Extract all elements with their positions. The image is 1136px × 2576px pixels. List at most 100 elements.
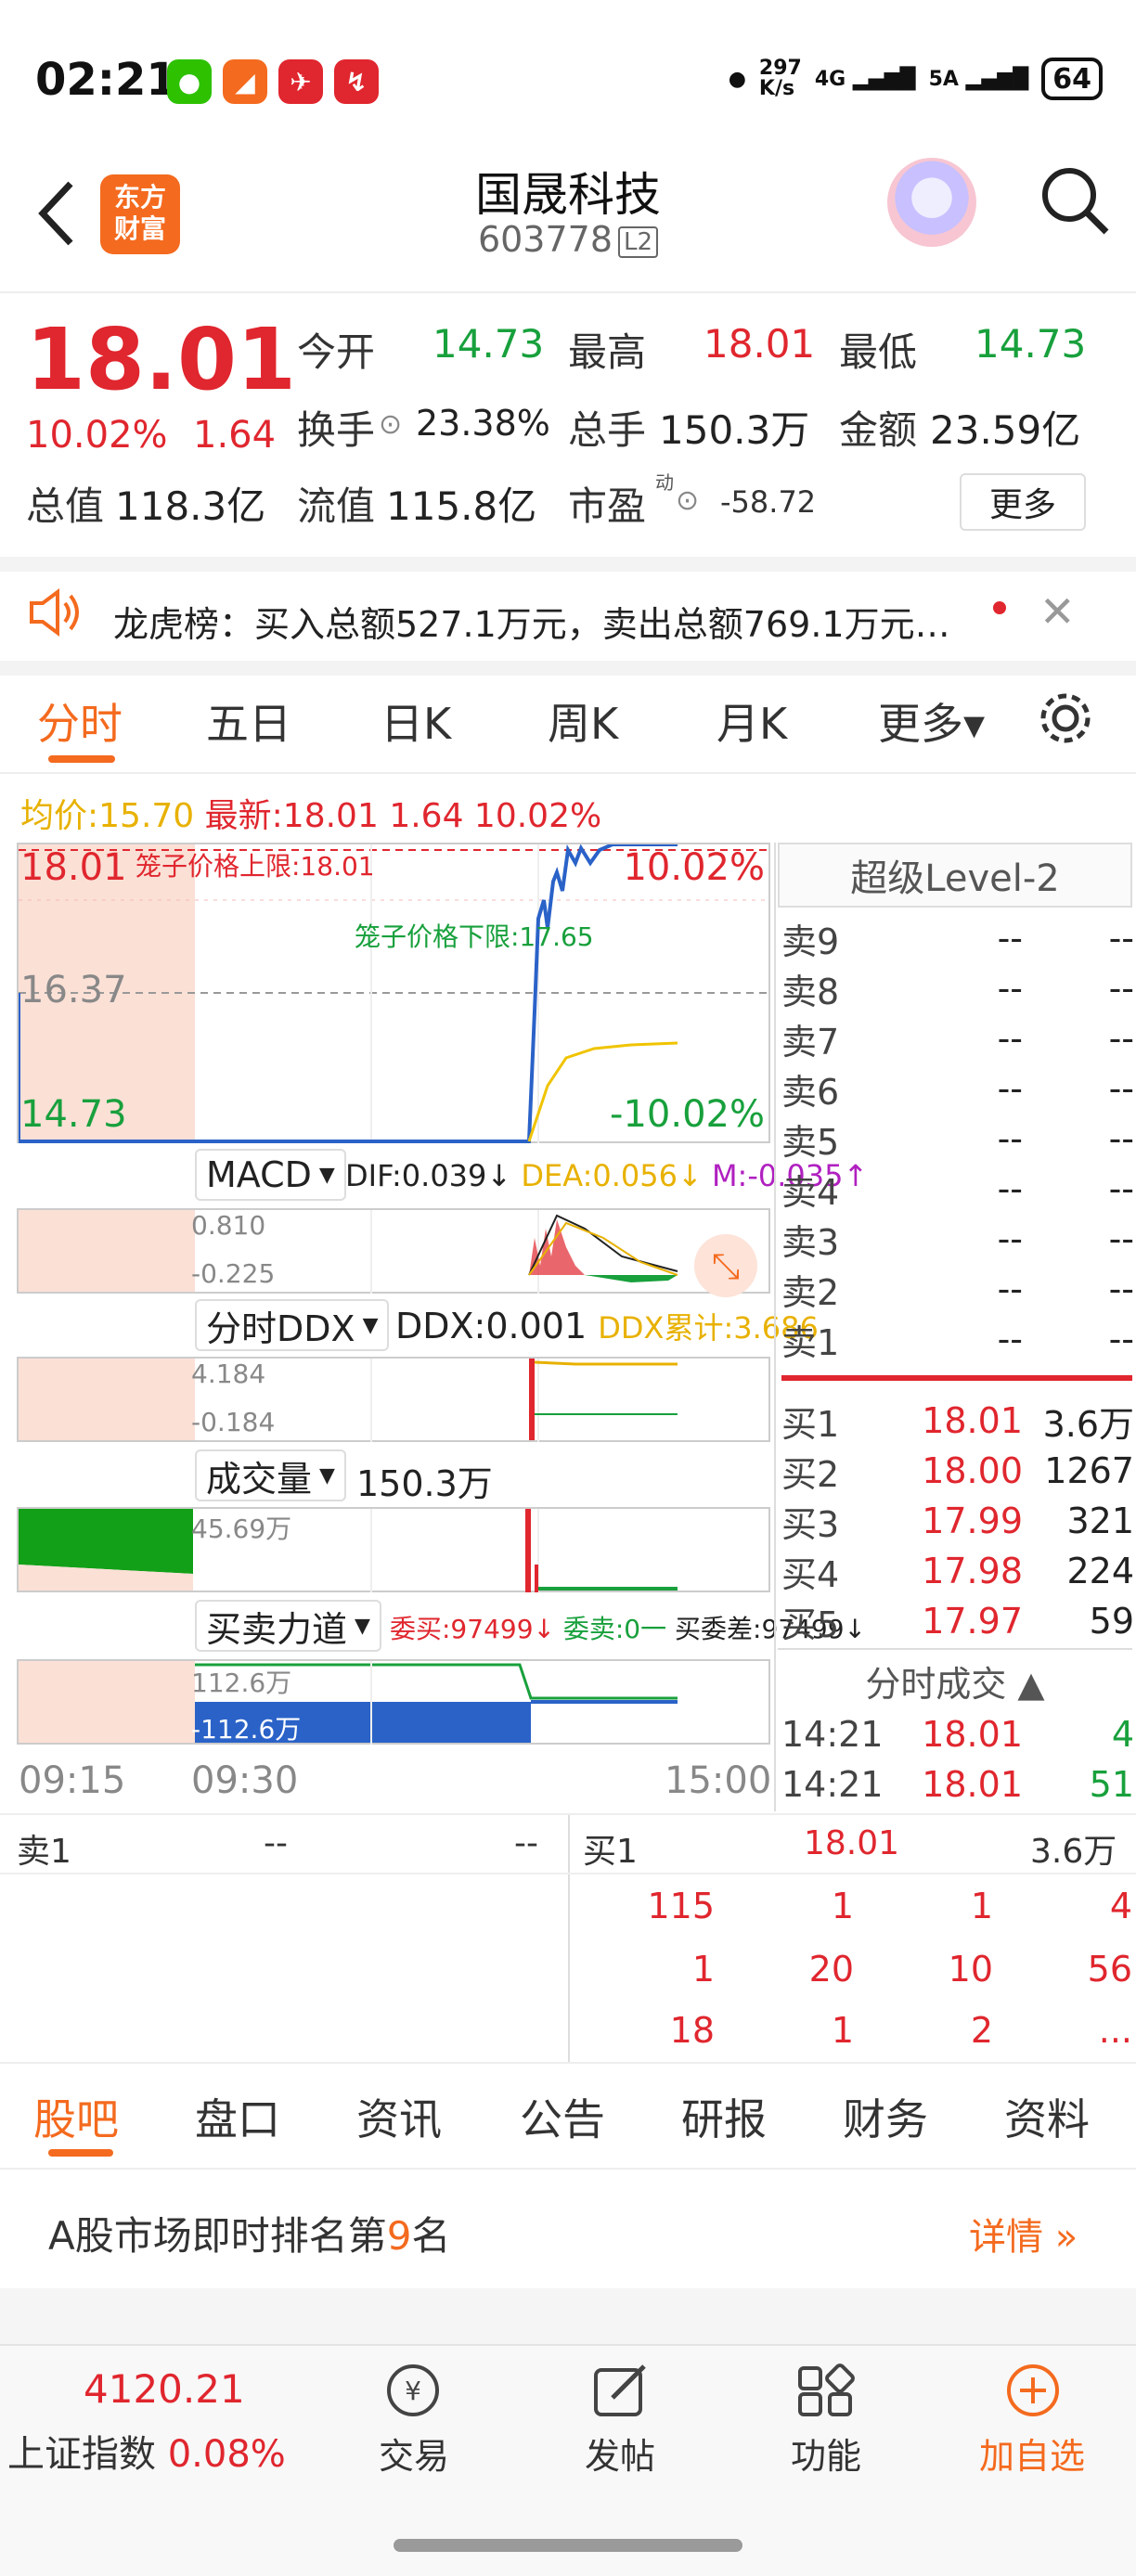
- compose-icon[interactable]: [588, 2363, 653, 2418]
- volume-total: 150.3万: [356, 1463, 493, 1504]
- pct-top-label: 10.02%: [623, 846, 765, 889]
- lower-limit-label: 笼子价格下限:17.65: [355, 921, 594, 952]
- tab-guba[interactable]: 股吧: [33, 2086, 119, 2147]
- tab-announcements[interactable]: 公告: [520, 2086, 605, 2147]
- tab-finance[interactable]: 财务: [843, 2086, 928, 2147]
- volume-bars: [19, 1509, 678, 1592]
- ddx-lines: [370, 1359, 678, 1442]
- ask-5: 卖5 -- --: [781, 1118, 1134, 1163]
- signal-icon-2: 5A ▂▄▆█: [928, 67, 1029, 91]
- gear-icon: [1040, 693, 1091, 743]
- pct-change: 10.02%: [26, 414, 168, 457]
- queue-sell1-price: --: [264, 1824, 288, 1862]
- force-bars: [195, 1661, 678, 1745]
- function-label[interactable]: 功能: [742, 2428, 910, 2479]
- tab-monthly[interactable]: 月K: [716, 690, 787, 752]
- trade-icon[interactable]: ¥: [381, 2363, 445, 2418]
- open-value: 14.73: [432, 321, 545, 367]
- macd-selector[interactable]: MACD ▼: [195, 1149, 346, 1201]
- detail-link[interactable]: 详情 »: [969, 2207, 1078, 2260]
- turnover-value: 23.38%: [416, 403, 550, 444]
- tab-more[interactable]: 更多▾: [878, 690, 985, 752]
- tab-research[interactable]: 研报: [681, 2086, 767, 2147]
- amount-label: 金额: [839, 407, 918, 453]
- ddx-top: 4.184: [191, 1359, 266, 1389]
- queue-sell1-vol: --: [514, 1824, 538, 1862]
- search-button[interactable]: [1038, 163, 1112, 238]
- force-top: 112.6万: [191, 1668, 292, 1698]
- assistant-avatar-icon[interactable]: [887, 158, 976, 247]
- tab-daily[interactable]: 日K: [381, 690, 451, 752]
- tab-weekly[interactable]: 周K: [548, 690, 618, 752]
- time-close: 15:00: [665, 1759, 772, 1802]
- tab-profile[interactable]: 资料: [1004, 2086, 1090, 2147]
- volume-chart[interactable]: 45.69万: [17, 1507, 770, 1592]
- tab-news[interactable]: 资讯: [356, 2086, 442, 2147]
- pe-label: 市盈: [568, 483, 647, 529]
- price-change: 1.64: [193, 414, 277, 457]
- info-icon[interactable]: ⊙: [379, 408, 402, 441]
- queue-mid-divider: [568, 1815, 570, 2062]
- btab-underline: [48, 2149, 113, 2157]
- add-watchlist-icon[interactable]: [1000, 2363, 1065, 2418]
- bid-3: 买3 17.99 321: [781, 1501, 1134, 1545]
- force-bottom: -112.6万: [191, 1714, 302, 1745]
- ask-4: 卖4 -- --: [781, 1168, 1134, 1213]
- add-watchlist-label[interactable]: 加自选: [949, 2428, 1116, 2479]
- spread-line: [781, 1375, 1132, 1381]
- settings-button[interactable]: [1036, 689, 1095, 748]
- volume-selector[interactable]: 成交量 ▼: [195, 1449, 346, 1501]
- rank-text: A股市场即时排名第9名: [48, 2213, 451, 2259]
- force-selector[interactable]: 买卖力道 ▼: [195, 1600, 381, 1652]
- more-button[interactable]: 更多: [960, 473, 1086, 531]
- index-name[interactable]: 上证指数 0.08%: [7, 2424, 286, 2478]
- tab-intraday[interactable]: 分时: [37, 690, 123, 752]
- ask-2: 卖2 -- --: [781, 1269, 1134, 1313]
- pe-info-icon[interactable]: ⊙: [676, 484, 699, 517]
- home-indicator[interactable]: [394, 2539, 742, 2552]
- ask-1: 卖1 -- --: [781, 1319, 1134, 1363]
- macd-top: 0.810: [191, 1210, 266, 1241]
- ddx-selector[interactable]: 分时DDX ▼: [195, 1299, 390, 1351]
- macd-bottom: -0.225: [191, 1258, 276, 1289]
- tab-5day[interactable]: 五日: [206, 690, 291, 752]
- tab-pankou[interactable]: 盘口: [195, 2086, 280, 2147]
- avg-price-line: 均价:15.70 最新:18.01 1.64 10.02%: [20, 797, 602, 835]
- speaker-icon: [28, 586, 85, 638]
- status-bar: 02:21 ● ◢ ✈ ↯ ● 297 K/s 4G ▂▄▆█ 5A ▂▄▆█ …: [0, 0, 1136, 139]
- ask-7: 卖7 -- --: [781, 1018, 1134, 1063]
- price-top-label: 18.01: [20, 846, 127, 889]
- bid-2: 买2 18.00 1267: [781, 1450, 1134, 1495]
- tick-row: 14:21 18.01 4: [781, 1714, 1134, 1755]
- svg-text:¥: ¥: [405, 2376, 421, 2406]
- float-label: 流值: [297, 483, 376, 529]
- trade-label[interactable]: 交易: [330, 2428, 497, 2479]
- last-price: 18.01: [26, 310, 297, 409]
- pe-superscript: 动: [655, 471, 674, 494]
- compose-label[interactable]: 发帖: [536, 2428, 704, 2479]
- queue-buy1-price: 18.01: [804, 1824, 900, 1862]
- section-gap-2: [0, 661, 1136, 676]
- hd-call-icon: ●: [728, 67, 746, 91]
- expand-icon[interactable]: ⤡: [694, 1234, 757, 1297]
- force-chart[interactable]: 112.6万 -112.6万: [17, 1659, 770, 1745]
- level2-title[interactable]: 超级Level-2: [778, 843, 1132, 908]
- time-start: 09:15: [19, 1759, 126, 1802]
- turnover-label: 换手: [297, 407, 376, 453]
- volume-value: 150.3万: [659, 407, 810, 453]
- ddx-chart[interactable]: 4.184 -0.184: [17, 1357, 770, 1442]
- macd-chart[interactable]: 0.810 -0.225: [17, 1208, 770, 1294]
- index-value[interactable]: 4120.21: [84, 2366, 245, 2412]
- content-gap: [0, 2288, 1136, 2344]
- ddx-values: DDX:0.001 DDX累计:3.686: [395, 1306, 819, 1346]
- pe-value: -58.72: [720, 484, 817, 520]
- price-chart[interactable]: 18.01 16.37 14.73 10.02% -10.02% 笼子价格上限:…: [17, 843, 770, 1143]
- low-value: 14.73: [975, 321, 1087, 367]
- ticks-header[interactable]: 分时成交 ▲: [778, 1655, 1132, 1707]
- function-icon[interactable]: [794, 2363, 859, 2418]
- notice-text: 龙虎榜：买入总额527.1万元，卖出总额769.1万元…: [113, 604, 950, 645]
- low-label: 最低: [839, 329, 918, 375]
- btab-divider: [0, 2168, 1136, 2170]
- queue-sell1-label: 卖1: [17, 1833, 71, 1871]
- close-icon[interactable]: ✕: [1039, 586, 1076, 637]
